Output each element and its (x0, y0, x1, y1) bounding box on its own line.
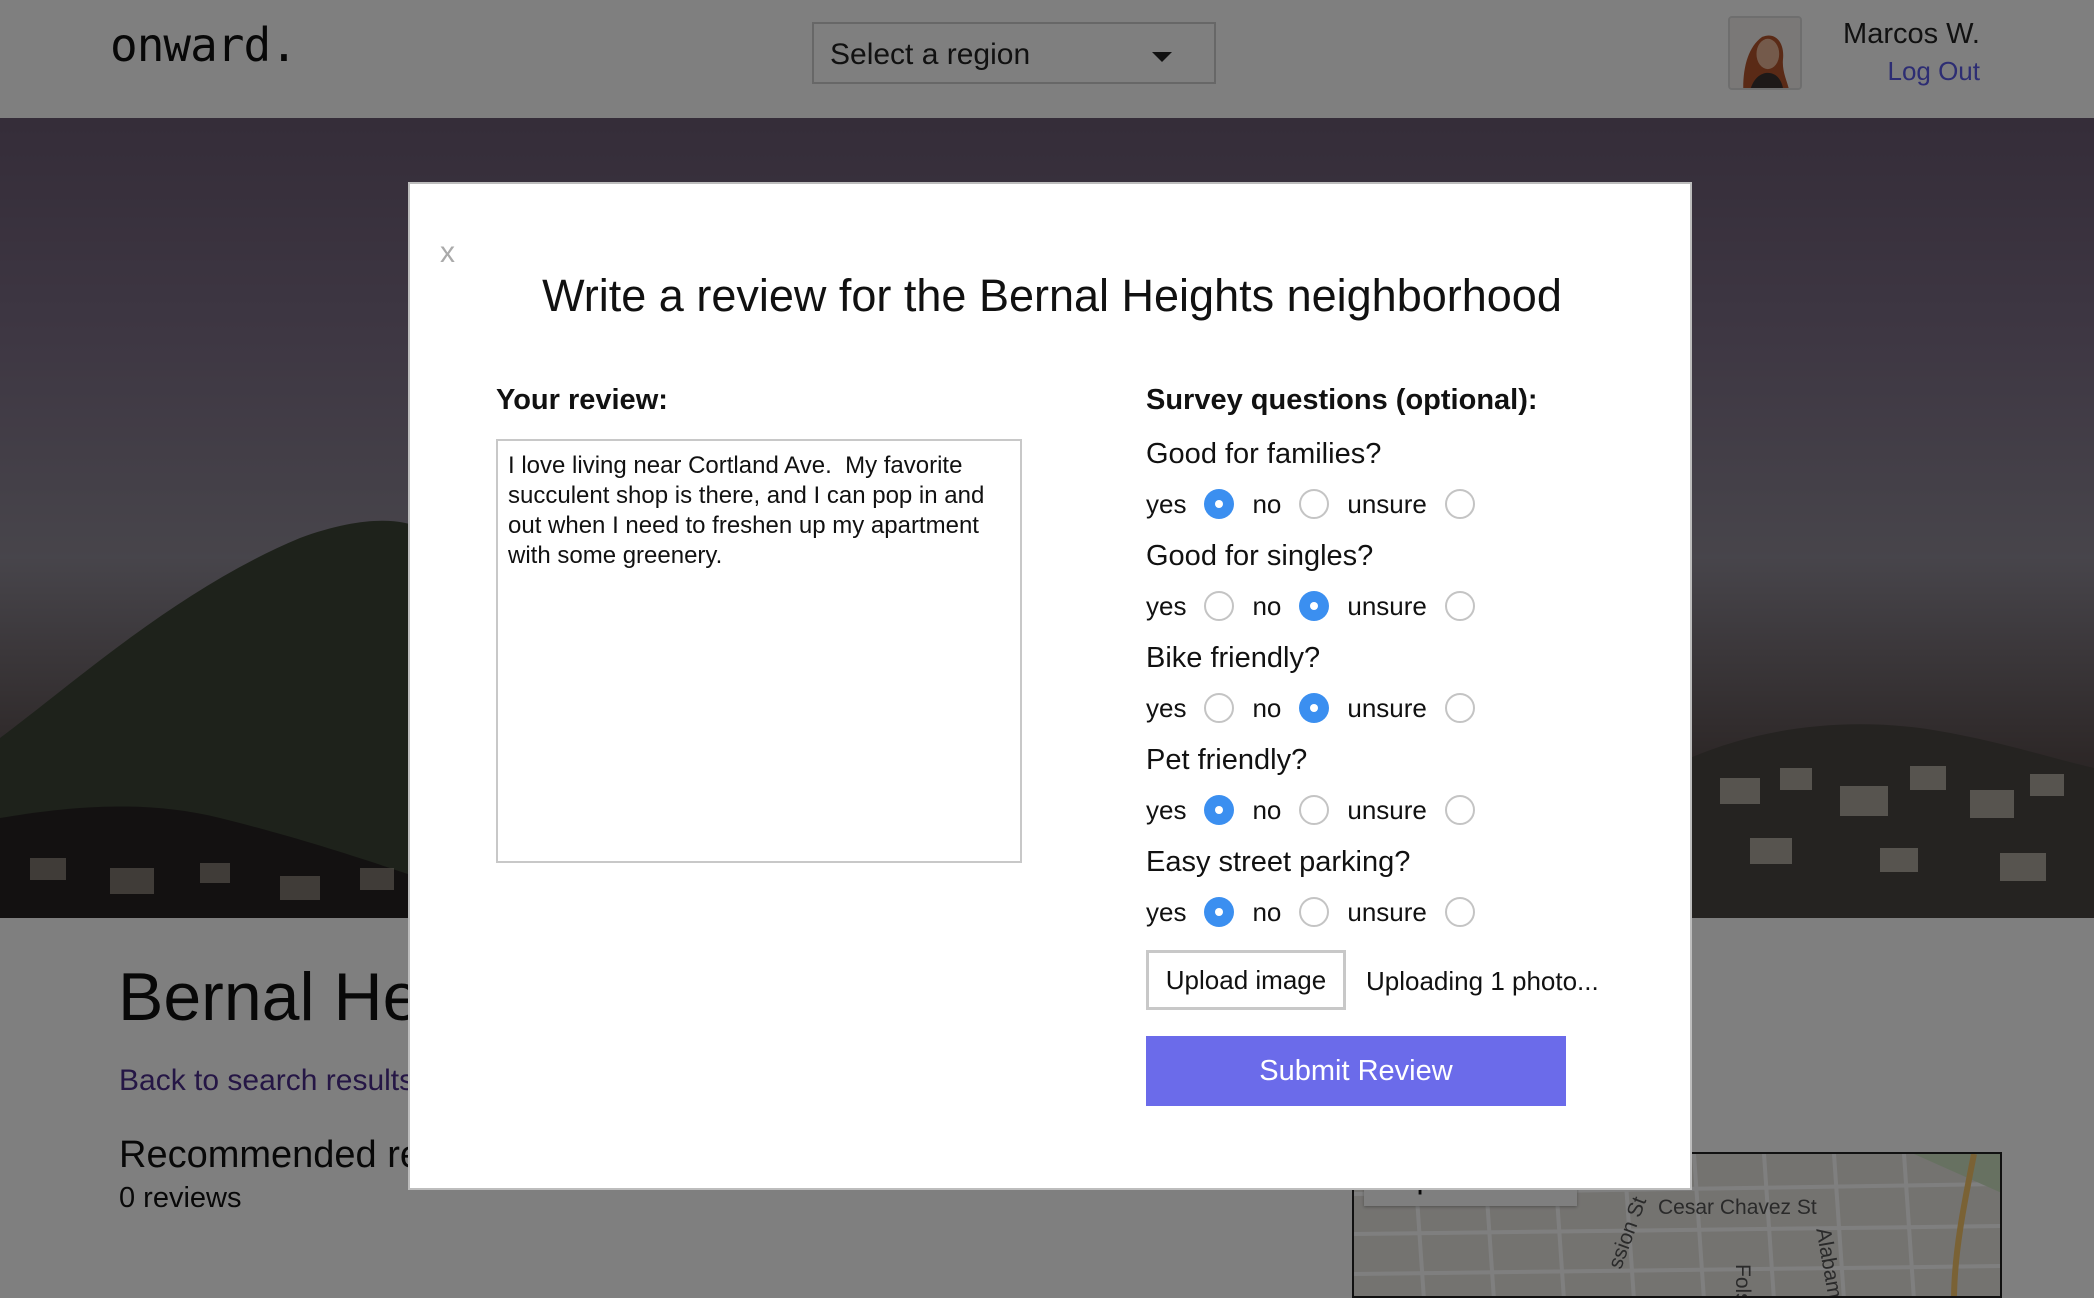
survey-label: Survey questions (optional): (1146, 384, 1538, 416)
survey-options: yes no unsure (1146, 584, 1606, 628)
radio-no[interactable] (1299, 489, 1330, 519)
radio-no[interactable] (1299, 693, 1330, 723)
radio-unsure[interactable] (1444, 795, 1475, 825)
option-label-unsure: unsure (1347, 794, 1427, 825)
survey-options: yes no unsure (1146, 686, 1606, 730)
radio-yes[interactable] (1204, 591, 1235, 621)
radio-unsure[interactable] (1444, 693, 1475, 723)
option-label-unsure: unsure (1347, 488, 1427, 519)
radio-no[interactable] (1299, 897, 1330, 927)
radio-no[interactable] (1299, 795, 1330, 825)
review-textarea[interactable]: I love living near Cortland Ave. My favo… (496, 439, 1022, 863)
modal-title: Write a review for the Bernal Heights ne… (542, 270, 1562, 321)
option-label-yes: yes (1146, 590, 1187, 621)
survey-question: Pet friendly? yes no unsure (1146, 744, 1606, 832)
option-label-unsure: unsure (1347, 896, 1427, 927)
upload-status: Uploading 1 photo... (1366, 966, 1599, 996)
close-modal-button[interactable]: x (440, 236, 455, 270)
survey-question-text: Easy street parking? (1146, 846, 1411, 878)
survey-question-text: Pet friendly? (1146, 744, 1308, 776)
option-label-no: no (1252, 794, 1282, 825)
write-review-modal: x Write a review for the Bernal Heights … (408, 182, 1692, 1190)
survey-question: Good for families? yes no unsure (1146, 438, 1606, 526)
survey-options: yes no unsure (1146, 890, 1606, 934)
option-label-yes: yes (1146, 896, 1187, 927)
radio-yes[interactable] (1204, 693, 1235, 723)
radio-yes[interactable] (1204, 489, 1235, 519)
survey-question: Good for singles? yes no unsure (1146, 540, 1606, 628)
option-label-no: no (1252, 896, 1282, 927)
survey-question: Easy street parking? yes no unsure (1146, 846, 1606, 934)
radio-unsure[interactable] (1444, 897, 1475, 927)
option-label-no: no (1252, 692, 1282, 723)
survey-question: Bike friendly? yes no unsure (1146, 642, 1606, 730)
option-label-yes: yes (1146, 692, 1187, 723)
radio-unsure[interactable] (1444, 591, 1475, 621)
option-label-yes: yes (1146, 794, 1187, 825)
option-label-yes: yes (1146, 488, 1187, 519)
survey-question-text: Good for singles? (1146, 540, 1374, 572)
radio-yes[interactable] (1204, 795, 1235, 825)
upload-image-button[interactable]: Upload image (1146, 950, 1346, 1010)
option-label-unsure: unsure (1347, 692, 1427, 723)
survey-question-text: Bike friendly? (1146, 642, 1321, 674)
option-label-unsure: unsure (1347, 590, 1427, 621)
radio-no[interactable] (1299, 591, 1330, 621)
option-label-no: no (1252, 590, 1282, 621)
survey-question-text: Good for families? (1146, 438, 1382, 470)
review-label: Your review: (496, 384, 668, 416)
radio-yes[interactable] (1204, 897, 1235, 927)
option-label-no: no (1252, 488, 1282, 519)
survey-options: yes no unsure (1146, 788, 1606, 832)
radio-unsure[interactable] (1444, 489, 1475, 519)
survey-options: yes no unsure (1146, 482, 1606, 526)
submit-review-button[interactable]: Submit Review (1146, 1036, 1566, 1106)
